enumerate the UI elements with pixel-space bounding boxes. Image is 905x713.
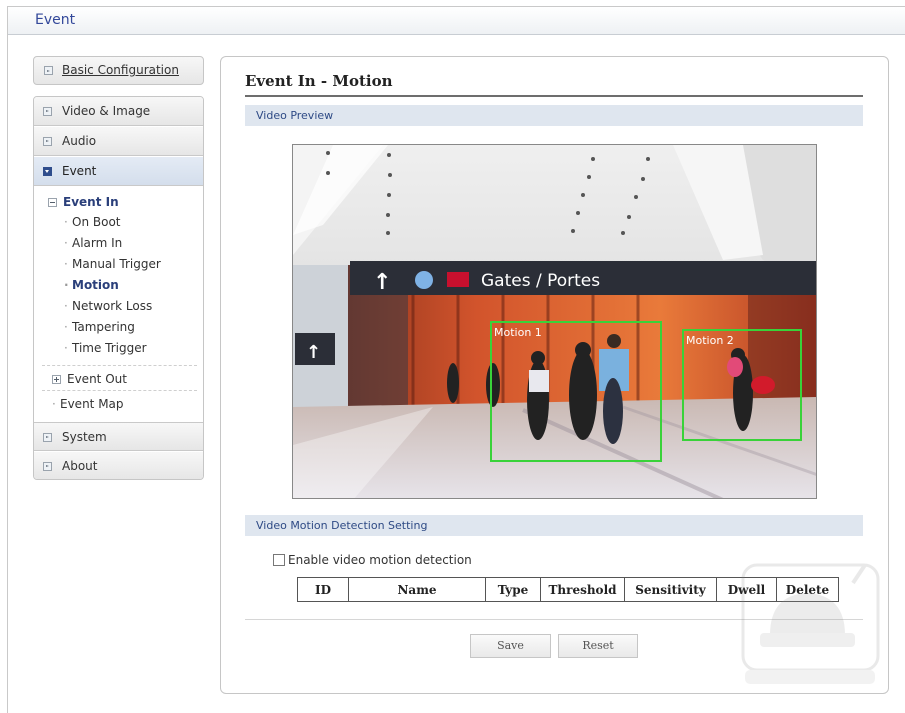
motion-zone-2-label: Motion 2 [686,334,734,347]
sidebar-subitem-alarm-in[interactable]: · Alarm In [64,236,122,250]
page-title: Event In - Motion [245,72,393,90]
sidebar-subitem-time-trigger[interactable]: · Time Trigger [64,341,147,355]
event-in-label: Event In [63,195,119,209]
sidebar-subitem-manual-trigger[interactable]: · Manual Trigger [64,257,161,271]
enable-motion-detection-label[interactable]: Enable video motion detection [288,553,472,567]
sidebar-event-map[interactable]: · Event Map [52,397,124,411]
expand-icon [43,107,52,116]
enable-motion-detection-row[interactable]: Enable video motion detection [273,553,472,567]
sidebar-item-audio[interactable]: Audio [34,127,203,156]
sidebar-item-about[interactable]: About [34,452,203,479]
expand-icon [43,433,52,442]
sidebar-item-label: System [62,430,107,444]
motion-zone-1-label: Motion 1 [494,326,542,339]
expand-icon [43,137,52,146]
video-preview: ↑ Gates / Portes ↑ Motion 1 Motion 2 [292,144,817,499]
save-button[interactable]: Save [470,634,551,658]
sidebar-subitem-tampering[interactable]: · Tampering [64,320,135,334]
sidebar-item-label: About [62,459,98,473]
sidebar-event-in[interactable]: Event In [48,195,119,209]
svg-text:↑: ↑ [373,270,391,295]
sidebar-event-out[interactable]: Event Out [52,372,127,386]
expand-icon [44,65,53,75]
column-header-id: ID [297,577,349,602]
column-header-type: Type [485,577,541,602]
gates-sign-text: Gates / Portes [481,271,600,291]
enable-motion-detection-checkbox[interactable] [273,554,285,566]
camera-watermark-icon [741,563,880,684]
expand-icon [43,462,52,471]
sidebar-item-label: Event [62,164,97,178]
column-header-sensitivity: Sensitivity [624,577,717,602]
divider [42,365,197,366]
title-bar: Event [8,7,905,35]
sidebar-item-system[interactable]: System [34,422,203,451]
sidebar-subitem-network-loss[interactable]: · Network Loss [64,299,152,313]
sidebar-subitem-on-boot[interactable]: · On Boot [64,215,121,229]
collapse-icon [43,167,52,176]
reset-button[interactable]: Reset [558,634,638,658]
title-rule [245,95,863,97]
expand-tree-icon[interactable] [52,375,61,384]
sidebar-item-label: Video & Image [62,104,151,118]
sidebar-subitem-motion[interactable]: · Motion [64,278,119,292]
sidebar-basic-configuration[interactable]: Basic Configuration [33,56,204,85]
divider [42,390,197,391]
section-header-video-preview: Video Preview [245,105,863,126]
sidebar-item-video-image[interactable]: Video & Image [34,97,203,126]
sidebar-item-label: Audio [62,134,97,148]
svg-text:↑: ↑ [306,342,321,363]
basic-configuration-link[interactable]: Basic Configuration [62,63,179,77]
window-title: Event [35,12,76,28]
sidebar-menu: Video & Image Audio Event Event In · On B… [33,96,204,480]
sidebar-item-event[interactable]: Event [34,157,203,186]
collapse-tree-icon[interactable] [48,198,57,207]
column-header-name: Name [348,577,486,602]
column-header-threshold: Threshold [540,577,625,602]
